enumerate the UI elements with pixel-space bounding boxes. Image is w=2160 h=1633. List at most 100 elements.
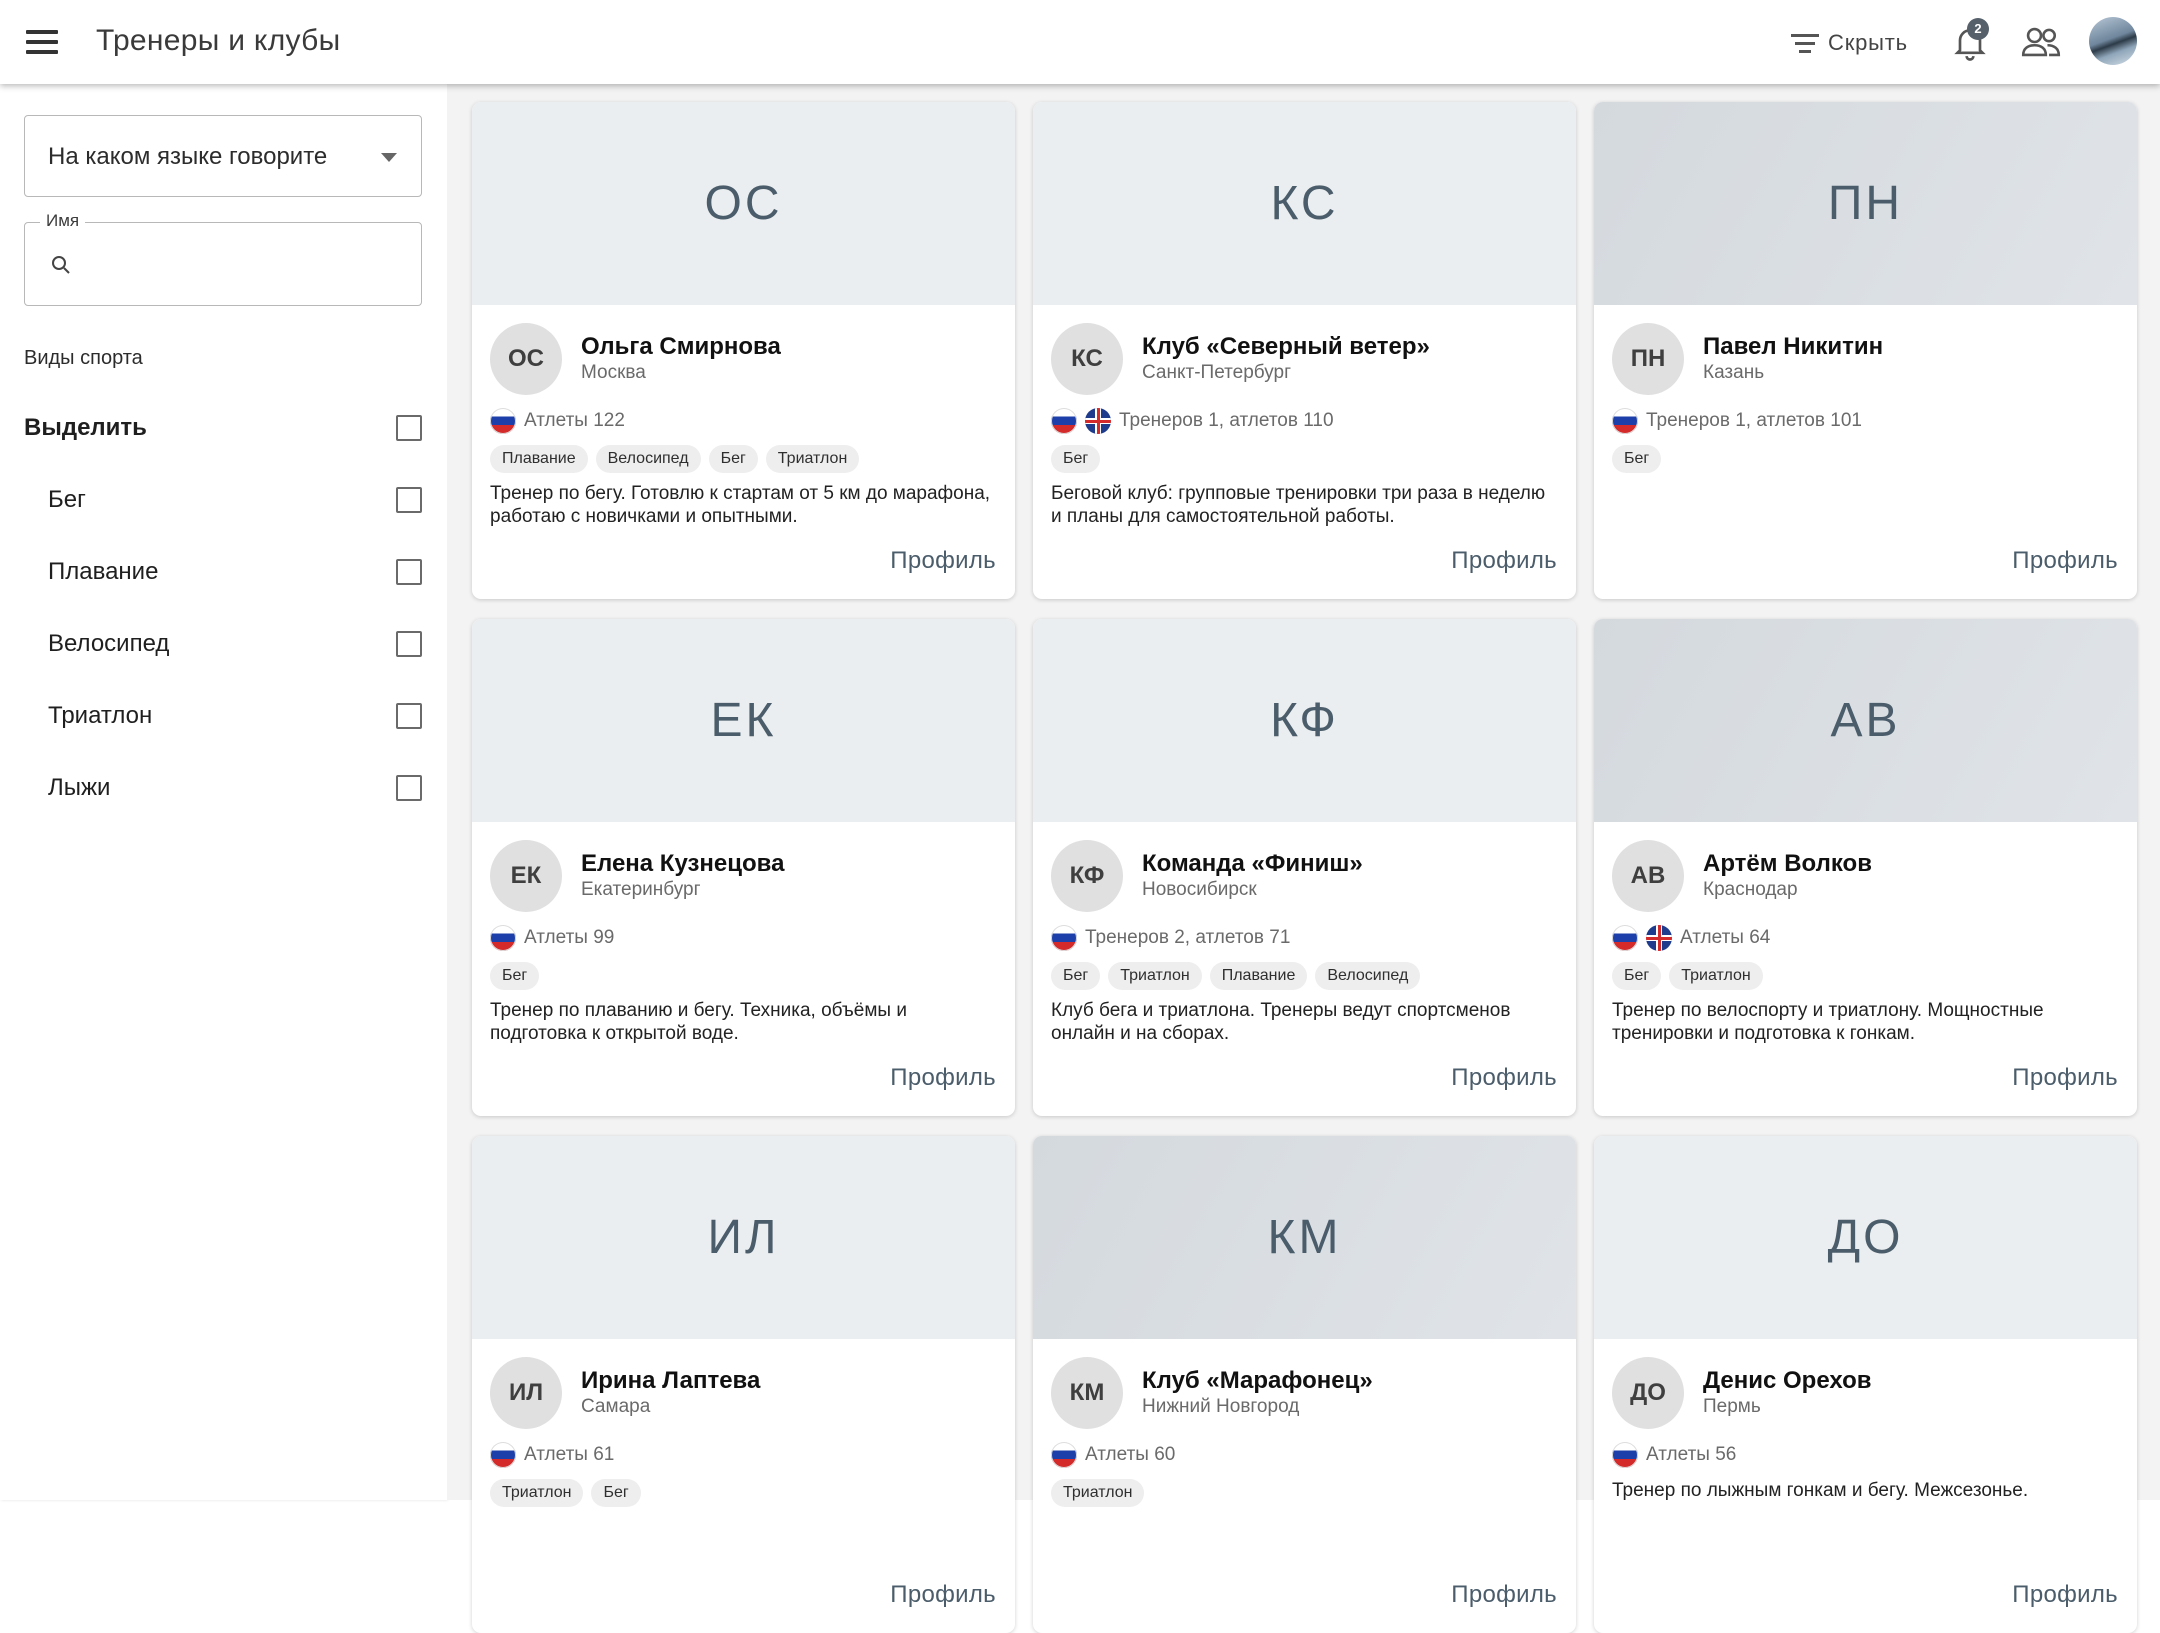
card-cover: КМ <box>1033 1136 1576 1339</box>
stats-text: Атлеты 122 <box>524 410 625 431</box>
card-description: Тренер по плаванию и бегу. Техника, объё… <box>490 1000 907 1044</box>
flag-ru-icon <box>1612 408 1638 434</box>
profile-button[interactable]: Профиль <box>1451 1581 1557 1609</box>
sport-row-triathlon[interactable]: Триатлон <box>0 686 447 746</box>
stats-text: Атлеты 99 <box>524 927 615 948</box>
profile-button[interactable]: Профиль <box>890 547 996 575</box>
name-input[interactable] <box>85 243 409 285</box>
sport-checkbox[interactable] <box>396 487 422 513</box>
tag-list: Триатлон <box>1051 1479 1145 1507</box>
sport-tag: Триатлон <box>1108 962 1202 990</box>
sport-tag: Плавание <box>1209 962 1308 990</box>
profile-button[interactable]: Профиль <box>1451 1064 1557 1092</box>
card-city: Новосибирск <box>1142 879 1257 900</box>
select-all-row[interactable]: Выделить <box>0 398 447 458</box>
sport-label: Бег <box>48 486 86 513</box>
sport-row-swim[interactable]: Плавание <box>0 542 447 602</box>
language-select[interactable]: На каком языке говорите <box>24 115 422 197</box>
card-cover: ПН <box>1594 102 2137 305</box>
card-city: Самара <box>581 1396 651 1417</box>
sport-checkbox[interactable] <box>396 775 422 801</box>
card-city: Нижний Новгород <box>1142 1396 1300 1417</box>
name-search-field[interactable] <box>24 222 422 306</box>
flag-ru-icon <box>1612 1442 1638 1468</box>
select-all-checkbox[interactable] <box>396 415 422 441</box>
avatar: ЕК <box>490 840 562 912</box>
flag-ru-icon <box>1051 408 1077 434</box>
flag-ru-icon <box>490 925 516 951</box>
stats-text: Тренеров 1, атлетов 110 <box>1119 410 1334 431</box>
flag-gb-icon <box>1085 408 1111 434</box>
sport-tag: Бег <box>490 962 540 990</box>
hide-filters-button[interactable]: Скрыть <box>1790 26 1908 60</box>
card-stats: Тренеров 2, атлетов 71 <box>1051 925 1290 951</box>
tag-list: Бег <box>490 962 540 990</box>
sports-title: Виды спорта <box>24 347 143 369</box>
card-cover: КС <box>1033 102 1576 305</box>
card-cover: ОС <box>472 102 1015 305</box>
flag-ru-icon <box>490 408 516 434</box>
sport-tag: Велосипед <box>1315 962 1421 990</box>
profile-button[interactable]: Профиль <box>2012 1064 2118 1092</box>
sport-tag: Бег <box>708 445 758 473</box>
language-select-value: На каком языке говорите <box>48 143 328 170</box>
profile-card[interactable]: ОС ОС Ольга Смирнова Москва Атлеты 122 Плаван… <box>472 102 1015 599</box>
sport-row-bike[interactable]: Велосипед <box>0 614 447 674</box>
sport-label: Плавание <box>48 558 159 585</box>
filter-icon <box>1790 32 1820 54</box>
sport-tag: Плавание <box>490 445 588 473</box>
tag-list: Плавание Велосипед Бег Триатлон <box>490 445 860 473</box>
card-city: Москва <box>581 362 646 383</box>
people-icon[interactable] <box>2020 22 2062 62</box>
name-label: Имя <box>40 211 86 231</box>
sport-row-run[interactable]: Бег <box>0 470 447 530</box>
card-stats: Атлеты 99 <box>490 925 614 951</box>
profile-card[interactable]: КФ КФ Команда «Финиш» Новосибирск Тренеров 2… <box>1033 619 1576 1116</box>
sport-tag: Бег <box>1612 962 1662 990</box>
card-cover: КФ <box>1033 619 1576 822</box>
profile-card[interactable]: ИЛ ИЛ Ирина Лаптева Самара Атлеты 61 Триатлон… <box>472 1136 1015 1633</box>
sport-checkbox[interactable] <box>396 559 422 585</box>
profile-card[interactable]: КС КС Клуб «Северный ветер» Санкт-Петербург… <box>1033 102 1576 599</box>
stats-text: Атлеты 64 <box>1680 927 1771 948</box>
tag-list: Бег <box>1612 445 1662 473</box>
stats-text: Атлеты 60 <box>1085 1444 1176 1465</box>
card-description: Клуб бега и триатлона. Тренеры ведут спо… <box>1051 1000 1511 1044</box>
card-name: Павел Никитин <box>1703 333 1884 360</box>
profile-button[interactable]: Профиль <box>890 1064 996 1092</box>
profile-card[interactable]: ДО ДО Денис Орехов Пермь Атлеты 56 Тренер по … <box>1594 1136 2137 1633</box>
menu-icon[interactable] <box>22 24 62 60</box>
sport-checkbox[interactable] <box>396 703 422 729</box>
tag-list: Бег <box>1051 445 1101 473</box>
sport-label: Велосипед <box>48 630 170 657</box>
card-cover: АВ <box>1594 619 2137 822</box>
flag-ru-icon <box>1051 1442 1077 1468</box>
card-city: Екатеринбург <box>581 879 701 900</box>
profile-button[interactable]: Профиль <box>890 1581 996 1609</box>
cards-grid: ОС ОС Ольга Смирнова Москва Атлеты 122 Плаван… <box>447 84 2160 1633</box>
card-stats: Тренеров 1, атлетов 110 <box>1051 408 1334 434</box>
sport-tag: Триатлон <box>1669 962 1763 990</box>
dropdown-arrow-icon <box>381 153 397 162</box>
card-name: Артём Волков <box>1703 850 1872 877</box>
sport-tag: Бег <box>591 1479 641 1507</box>
user-avatar[interactable] <box>2089 17 2137 65</box>
profile-card[interactable]: АВ АВ Артём Волков Краснодар Атлеты 64 Бег Три… <box>1594 619 2137 1116</box>
card-description: Тренер по лыжным гонкам и бегу. Межсезон… <box>1612 1480 2029 1501</box>
profile-button[interactable]: Профиль <box>2012 547 2118 575</box>
card-description: Тренер по бегу. Готовлю к стартам от 5 к… <box>490 483 991 527</box>
sport-checkbox[interactable] <box>396 631 422 657</box>
profile-card[interactable]: КМ КМ Клуб «Марафонец» Нижний Новгород Атлет… <box>1033 1136 1576 1633</box>
flag-gb-icon <box>1646 925 1672 951</box>
sport-label: Лыжи <box>48 774 111 801</box>
card-name: Ирина Лаптева <box>581 1367 761 1394</box>
sport-label: Триатлон <box>48 702 153 729</box>
profile-button[interactable]: Профиль <box>1451 547 1557 575</box>
profile-card[interactable]: ПН ПН Павел Никитин Казань Тренеров 1, атлет… <box>1594 102 2137 599</box>
card-city: Пермь <box>1703 1396 1761 1417</box>
sport-row-ski[interactable]: Лыжи <box>0 758 447 818</box>
sport-tag: Бег <box>1051 445 1101 473</box>
profile-card[interactable]: ЕК ЕК Елена Кузнецова Екатеринбург Атлеты 99… <box>472 619 1015 1116</box>
card-stats: Атлеты 122 <box>490 408 625 434</box>
profile-button[interactable]: Профиль <box>2012 1581 2118 1609</box>
